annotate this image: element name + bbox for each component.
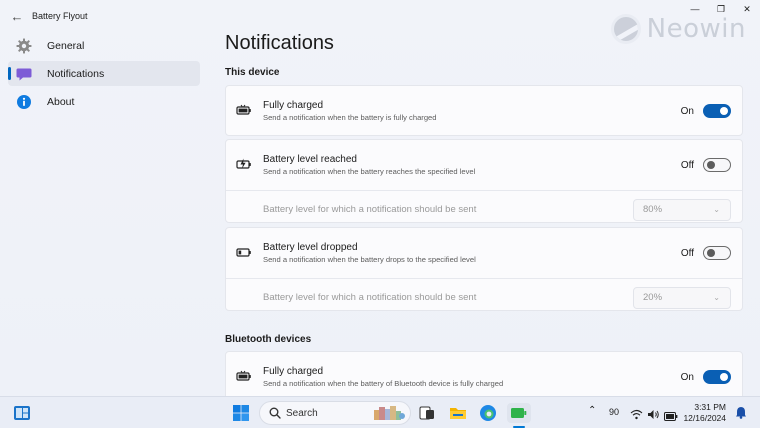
toggle-state-label: On xyxy=(680,106,694,117)
toggle-knob xyxy=(720,373,728,381)
file-explorer-icon[interactable] xyxy=(448,403,468,423)
toggle-state-label: Off xyxy=(680,160,694,171)
setting-description: Send a notification when the battery rea… xyxy=(263,167,476,176)
neowin-watermark: Neowin xyxy=(610,14,746,44)
battery-tray-icon[interactable] xyxy=(664,408,678,426)
fully-charged-toggle[interactable] xyxy=(703,104,731,118)
chevron-down-icon: ⌄ xyxy=(713,205,720,214)
taskbar-search[interactable]: Search xyxy=(259,401,411,425)
chat-icon xyxy=(16,66,32,82)
sidebar-item-general[interactable]: General xyxy=(8,33,200,58)
bluetooth-fully-charged-toggle[interactable] xyxy=(703,370,731,384)
setting-row: Battery level dropped Send a notificatio… xyxy=(226,228,742,278)
sidebar-item-notifications[interactable]: Notifications xyxy=(8,61,200,86)
sidebar-item-about[interactable]: About xyxy=(8,89,200,114)
edge-browser-icon[interactable] xyxy=(478,403,498,423)
tray-overflow-icon[interactable]: ⌃ xyxy=(588,405,596,416)
setting-row: Fully charged Send a notification when t… xyxy=(226,352,742,396)
setting-row: Fully charged Send a notification when t… xyxy=(226,86,742,136)
notification-bell-icon[interactable] xyxy=(735,406,747,424)
search-label: Search xyxy=(286,407,318,419)
setting-description: Send a notification when the battery dro… xyxy=(263,255,476,264)
setting-title: Fully charged xyxy=(263,100,324,111)
selection-indicator xyxy=(8,67,11,80)
setting-card-level-reached: Battery level reached Send a notificatio… xyxy=(225,139,743,223)
toggle-knob xyxy=(707,161,715,169)
setting-row: Battery level reached Send a notificatio… xyxy=(226,140,742,190)
battery-charging-icon xyxy=(236,156,252,172)
setting-card-bluetooth-fully-charged: Fully charged Send a notification when t… xyxy=(225,351,743,396)
sidebar-item-label: About xyxy=(47,95,75,108)
taskbar-clock[interactable]: 3:31 PM 12/16/2024 xyxy=(680,402,726,424)
watermark-text: Neowin xyxy=(646,14,746,44)
setting-title: Fully charged xyxy=(263,366,324,377)
chevron-down-icon: ⌄ xyxy=(713,293,720,302)
setting-title: Battery level dropped xyxy=(263,242,358,253)
battery-low-icon xyxy=(236,244,252,260)
setting-description: Send a notification when the battery of … xyxy=(263,379,504,388)
sub-setting-label: Battery level for which a notification s… xyxy=(263,292,477,303)
select-value: 20% xyxy=(643,292,663,303)
toggle-state-label: Off xyxy=(680,248,694,259)
setting-description: Send a notification when the battery is … xyxy=(263,113,437,122)
level-reached-toggle[interactable] xyxy=(703,158,731,172)
info-icon xyxy=(16,94,32,110)
wifi-icon[interactable] xyxy=(630,407,643,425)
sub-setting-label: Battery level for which a notification s… xyxy=(263,204,477,215)
task-view-icon[interactable] xyxy=(417,403,437,423)
app-title: Battery Flyout xyxy=(32,11,88,21)
section-title-this-device: This device xyxy=(225,67,280,78)
windows-start-icon[interactable] xyxy=(231,403,251,423)
setting-card-level-dropped: Battery level dropped Send a notificatio… xyxy=(225,227,743,311)
toggle-knob xyxy=(707,249,715,257)
search-highlight-icon xyxy=(372,404,406,422)
setting-card-fully-charged: Fully charged Send a notification when t… xyxy=(225,85,743,136)
page-title: Notifications xyxy=(225,32,334,54)
setting-title: Battery level reached xyxy=(263,154,357,165)
search-icon xyxy=(269,407,281,419)
back-button[interactable]: ← xyxy=(8,7,26,25)
battery-flyout-app-icon[interactable] xyxy=(507,403,531,423)
taskbar: Search ⌃ 90 3:31 PM 12/16/2024 xyxy=(0,396,760,428)
volume-icon[interactable] xyxy=(647,407,660,425)
level-dropped-select[interactable]: 20% ⌄ xyxy=(633,287,731,309)
toggle-knob xyxy=(720,107,728,115)
widgets-icon[interactable] xyxy=(12,403,32,423)
level-reached-select[interactable]: 80% ⌄ xyxy=(633,199,731,221)
back-arrow-icon: ← xyxy=(10,8,24,24)
neowin-logo-icon xyxy=(610,14,641,44)
gear-icon xyxy=(16,38,32,54)
setting-sub-row: Battery level for which a notification s… xyxy=(226,278,742,318)
battery-percent: 90 xyxy=(609,407,620,417)
clock-date: 12/16/2024 xyxy=(683,413,726,423)
app-window: ← Battery Flyout — ❐ ✕ Neowin General No… xyxy=(0,0,760,396)
section-title-bluetooth: Bluetooth devices xyxy=(225,334,312,345)
level-dropped-toggle[interactable] xyxy=(703,246,731,260)
setting-sub-row: Battery level for which a notification s… xyxy=(226,190,742,230)
sidebar-item-label: Notifications xyxy=(47,67,105,80)
battery-full-icon xyxy=(236,368,252,384)
sidebar-item-label: General xyxy=(47,39,85,52)
select-value: 80% xyxy=(643,204,663,215)
toggle-state-label: On xyxy=(680,372,694,383)
clock-time: 3:31 PM xyxy=(694,402,726,412)
battery-full-icon xyxy=(236,102,252,118)
